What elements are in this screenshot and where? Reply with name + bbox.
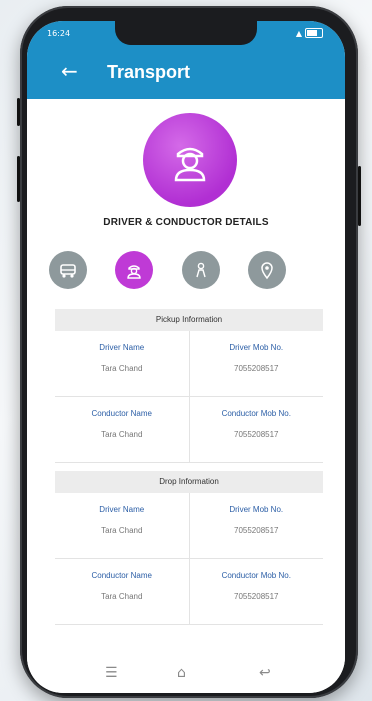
cell-value: 7055208517 bbox=[234, 364, 279, 373]
driver-icon bbox=[127, 265, 141, 279]
cell-value: Tara Chand bbox=[101, 592, 143, 601]
conductor-mobile-cell: Conductor Mob No. 7055208517 bbox=[188, 397, 324, 462]
driver-name-cell: Driver Name Tara Chand bbox=[55, 493, 189, 558]
table-row: Conductor Name Tara Chand Conductor Mob … bbox=[55, 397, 323, 463]
detail-tabs bbox=[27, 251, 345, 291]
home-icon[interactable]: ⌂ bbox=[177, 665, 186, 681]
driver-mobile-cell: Driver Mob No. 7055208517 bbox=[188, 493, 324, 558]
person-location-icon bbox=[196, 262, 206, 278]
volume-button bbox=[17, 156, 20, 202]
bus-icon bbox=[60, 264, 76, 278]
volume-button bbox=[17, 98, 20, 126]
cell-label: Conductor Mob No. bbox=[221, 409, 291, 418]
power-button bbox=[358, 166, 361, 226]
tab-person-location[interactable] bbox=[182, 251, 220, 289]
pickup-header: Pickup Information bbox=[55, 309, 323, 331]
app-bar: ← Transport bbox=[27, 47, 345, 99]
driver-mobile-cell: Driver Mob No. 7055208517 bbox=[188, 331, 324, 396]
cell-value: Tara Chand bbox=[101, 364, 143, 373]
table-row: Driver Name Tara Chand Driver Mob No. 70… bbox=[55, 493, 323, 559]
back-icon[interactable]: ← bbox=[61, 59, 78, 83]
cell-value: 7055208517 bbox=[234, 430, 279, 439]
tab-bus[interactable] bbox=[49, 251, 87, 289]
menu-icon[interactable]: ☰ bbox=[105, 665, 118, 681]
table-row: Driver Name Tara Chand Driver Mob No. 70… bbox=[55, 331, 323, 397]
cell-label: Driver Name bbox=[99, 505, 145, 514]
battery-icon bbox=[305, 28, 323, 38]
cell-label: Driver Mob No. bbox=[229, 505, 284, 514]
system-nav-bar: ☰ ⌂ ↩ bbox=[27, 657, 345, 693]
cell-label: Driver Mob No. bbox=[229, 343, 284, 352]
cell-label: Conductor Name bbox=[91, 409, 152, 418]
driver-name-cell: Driver Name Tara Chand bbox=[55, 331, 189, 396]
cell-label: Conductor Name bbox=[91, 571, 152, 580]
cell-value: Tara Chand bbox=[101, 526, 143, 535]
phone-screen: 16:24 ▲ ← Transport DRIVER & CONDUCTOR D… bbox=[27, 21, 345, 693]
camera-notch bbox=[115, 21, 257, 45]
back-nav-icon[interactable]: ↩ bbox=[259, 665, 271, 681]
table-row: Conductor Name Tara Chand Conductor Mob … bbox=[55, 559, 323, 625]
map-pin-icon bbox=[261, 262, 273, 280]
cell-label: Driver Name bbox=[99, 343, 145, 352]
page-title: Transport bbox=[107, 62, 191, 82]
cell-label: Conductor Mob No. bbox=[221, 571, 291, 580]
status-time: 16:24 bbox=[47, 29, 71, 38]
section-title: DRIVER & CONDUCTOR DETAILS bbox=[103, 217, 269, 228]
cell-value: 7055208517 bbox=[234, 526, 279, 535]
driver-avatar bbox=[143, 113, 237, 207]
pickup-table: Pickup Information Driver Name Tara Chan… bbox=[55, 309, 323, 463]
drop-table: Drop Information Driver Name Tara Chand … bbox=[55, 471, 323, 625]
conductor-name-cell: Conductor Name Tara Chand bbox=[55, 397, 189, 462]
wifi-icon: ▲ bbox=[295, 28, 302, 38]
conductor-mobile-cell: Conductor Mob No. 7055208517 bbox=[188, 559, 324, 624]
tab-map-pin[interactable] bbox=[248, 251, 286, 289]
conductor-name-cell: Conductor Name Tara Chand bbox=[55, 559, 189, 624]
status-icons: ▲ bbox=[296, 28, 323, 38]
cell-value: Tara Chand bbox=[101, 430, 143, 439]
driver-icon bbox=[174, 147, 206, 182]
drop-header: Drop Information bbox=[55, 471, 323, 493]
tab-driver[interactable] bbox=[115, 251, 153, 289]
cell-value: 7055208517 bbox=[234, 592, 279, 601]
